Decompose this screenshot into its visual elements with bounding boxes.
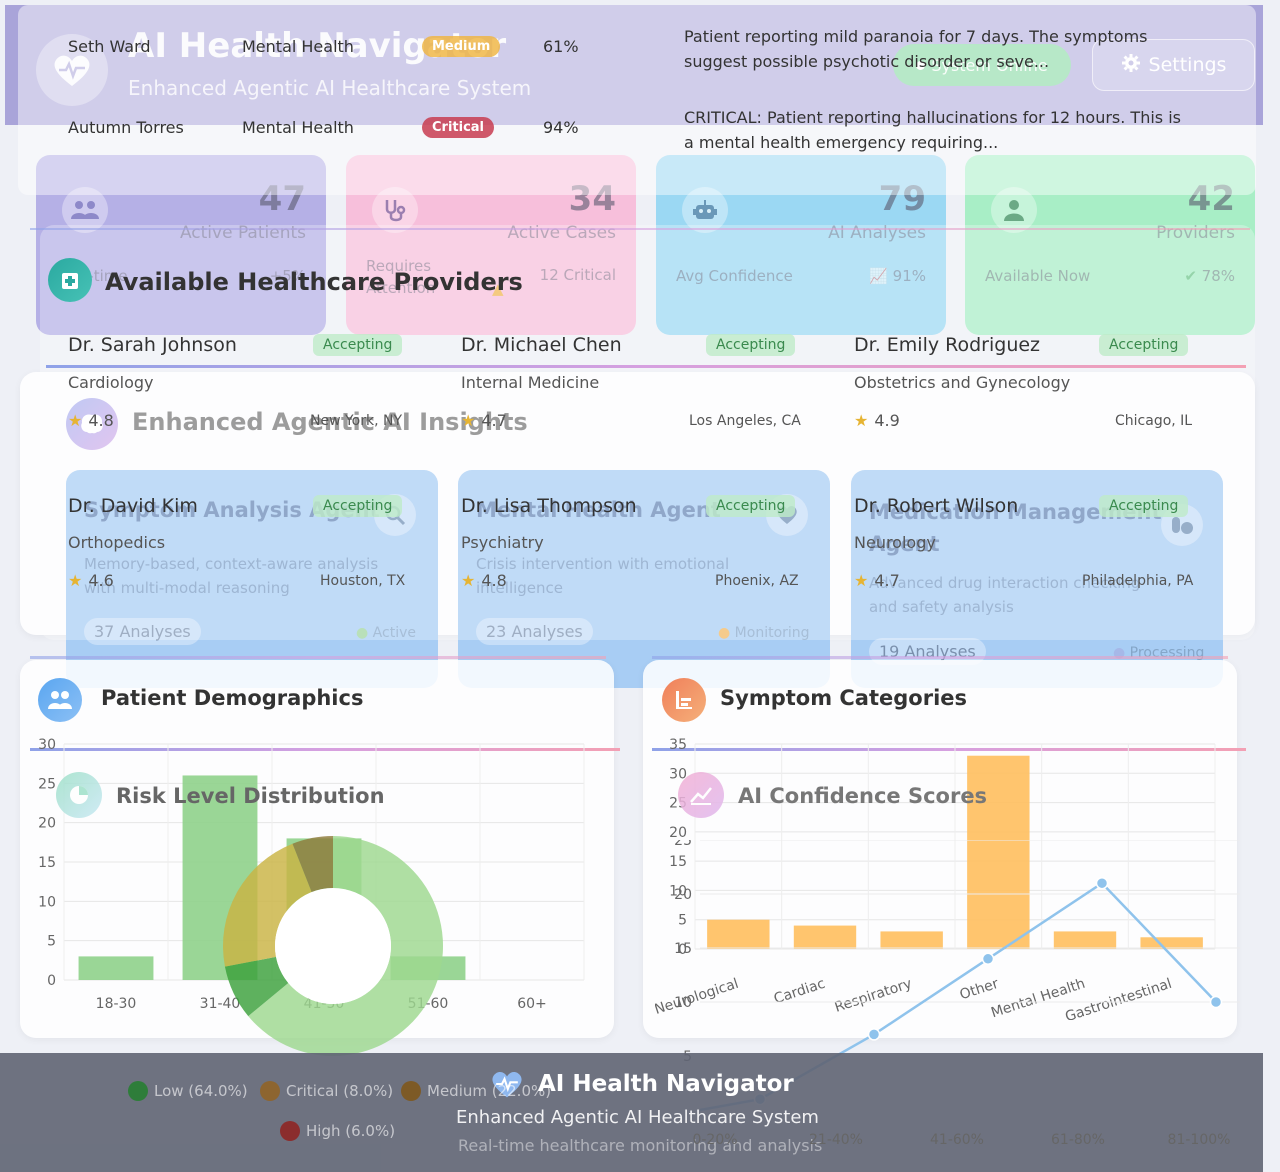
- legend-swatch: [280, 1121, 300, 1141]
- x-tick-label: 21-40%: [809, 1132, 863, 1148]
- y-tick-label: 10: [674, 995, 692, 1011]
- legend-swatch: [401, 1081, 421, 1101]
- divider: [652, 656, 1228, 659]
- point-81-100-: [1209, 995, 1223, 1009]
- divider: [30, 656, 606, 659]
- donut-hole: [275, 888, 391, 1004]
- legend-item-high[interactable]: High (6.0%): [280, 1121, 395, 1141]
- legend-swatch: [260, 1081, 280, 1101]
- legend-item-critical[interactable]: Critical (8.0%): [260, 1081, 393, 1101]
- legend-item-medium[interactable]: Medium (22.0%): [401, 1081, 551, 1101]
- risk-donut-chart: [223, 836, 443, 1056]
- legend-item-low[interactable]: Low (64.0%): [128, 1081, 248, 1101]
- analytics-overlay: Risk Level Distribution AI Confidence Sc…: [0, 0, 1280, 1172]
- point-21-40-: [867, 1028, 881, 1041]
- x-tick-label: 61-80%: [1051, 1132, 1105, 1148]
- legend-swatch: [128, 1081, 148, 1101]
- risk-title: Risk Level Distribution: [116, 784, 385, 808]
- y-tick-label: 25: [674, 840, 692, 849]
- line-chart-icon: [678, 772, 724, 818]
- confidence-x-axis: 0-20% 21-40% 41-60% 61-80% 81-100%: [692, 1132, 1231, 1148]
- y-tick-label: 15: [674, 941, 692, 957]
- y-tick-label: 20: [674, 887, 692, 903]
- confidence-title: AI Confidence Scores: [738, 784, 988, 808]
- footer-title: AI Health Navigator: [538, 1071, 794, 1097]
- x-tick-label: 0-20%: [692, 1132, 737, 1148]
- x-tick-label: 81-100%: [1168, 1132, 1231, 1148]
- x-tick-label: 41-60%: [930, 1132, 984, 1148]
- point-61-80-: [1095, 876, 1109, 890]
- pie-chart-icon: [56, 772, 102, 818]
- point-41-60-: [981, 952, 995, 966]
